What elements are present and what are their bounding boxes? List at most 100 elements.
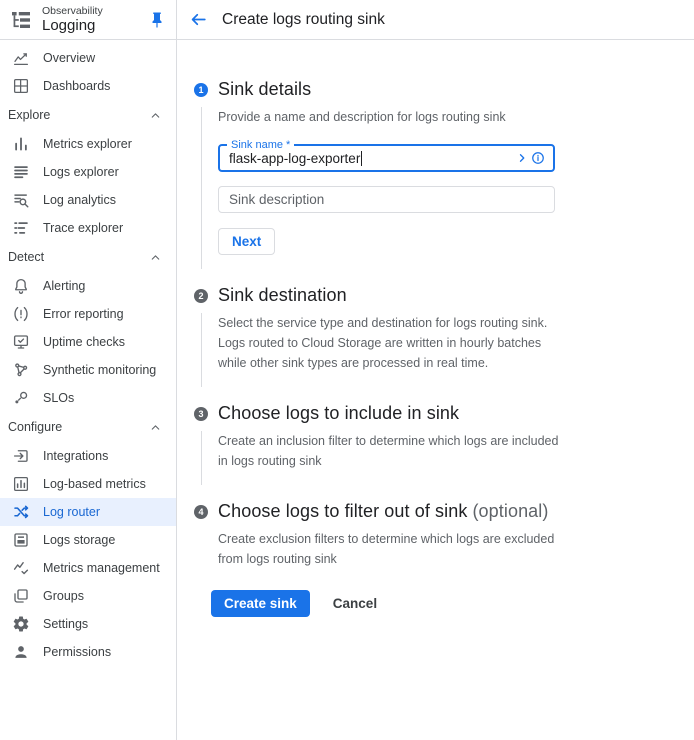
sidebar-item-metrics-explorer[interactable]: Metrics explorer	[0, 130, 176, 158]
sidebar-item-log-based-metrics[interactable]: Log-based metrics	[0, 470, 176, 498]
error-parentheses-icon	[12, 305, 30, 323]
bell-icon	[12, 277, 30, 295]
overview-chart-icon	[12, 49, 30, 67]
dashboards-grid-icon	[12, 77, 30, 95]
step-description: Create an inclusion filter to determine …	[218, 431, 563, 471]
sidebar-item-trace-explorer[interactable]: Trace explorer	[0, 214, 176, 242]
step-header: 4 Choose logs to filter out of sink(opti…	[194, 501, 674, 522]
sidebar-item-dashboards[interactable]: Dashboards	[0, 72, 176, 100]
stepper-content: 1 Sink details Provide a name and descri…	[177, 40, 694, 637]
sidebar-item-log-analytics[interactable]: Log analytics	[0, 186, 176, 214]
sidebar-item-groups[interactable]: Groups	[0, 582, 176, 610]
sidebar-item-label: Integrations	[43, 449, 108, 463]
sink-name-value: flask-app-log-exporter	[229, 151, 360, 166]
step-number-badge: 4	[194, 505, 208, 519]
step-header: 2 Sink destination	[194, 285, 674, 306]
footer-actions: Create sink Cancel	[194, 590, 674, 617]
logging-tree-icon	[9, 8, 33, 32]
sidebar-item-label: Groups	[43, 589, 84, 603]
pin-icon[interactable]	[146, 9, 168, 31]
sidebar-item-uptime-checks[interactable]: Uptime checks	[0, 328, 176, 356]
info-icon[interactable]	[531, 151, 545, 165]
app-section-label: Observability	[42, 5, 103, 17]
uptime-monitor-icon	[12, 333, 30, 351]
sidebar-section-detect[interactable]: Detect	[0, 242, 176, 272]
step-title: Sink details	[218, 79, 311, 100]
app-window: Observability Logging Overview	[0, 0, 694, 740]
back-arrow-icon[interactable]	[185, 7, 211, 33]
step-sink-destination: 2 Sink destination Select the service ty…	[194, 285, 674, 387]
sidebar-item-metrics-management[interactable]: Metrics management	[0, 554, 176, 582]
next-button[interactable]: Next	[218, 228, 275, 255]
sidebar-section-configure[interactable]: Configure	[0, 412, 176, 442]
step-title: Sink destination	[218, 285, 347, 306]
sidebar-nav: Overview Dashboards Explore Metrics exp	[0, 40, 176, 666]
sidebar-item-label: Log router	[43, 505, 100, 519]
sidebar-item-integrations[interactable]: Integrations	[0, 442, 176, 470]
integration-input-icon	[12, 447, 30, 465]
step-number-badge: 2	[194, 289, 208, 303]
sidebar-item-logs-explorer[interactable]: Logs explorer	[0, 158, 176, 186]
sidebar-item-label: Dashboards	[43, 79, 110, 93]
sidebar-item-label: Permissions	[43, 645, 111, 659]
sidebar-item-label: Error reporting	[43, 307, 124, 321]
step-title: Choose logs to include in sink	[218, 403, 459, 424]
step-description: Create exclusion filters to determine wh…	[218, 529, 563, 569]
app-title: Logging	[42, 17, 103, 34]
cancel-button[interactable]: Cancel	[323, 590, 387, 617]
trace-spans-icon	[12, 219, 30, 237]
text-cursor	[361, 151, 362, 166]
metrics-box-icon	[12, 475, 30, 493]
chevron-up-icon	[149, 421, 162, 434]
sidebar-item-synthetic-monitoring[interactable]: Synthetic monitoring	[0, 356, 176, 384]
shuffle-icon	[12, 503, 30, 521]
sidebar-header: Observability Logging	[0, 0, 176, 40]
sink-details-form: Sink name * flask-app-log-exporter	[218, 144, 674, 255]
bar-chart-icon	[12, 135, 30, 153]
layers-icon	[12, 587, 30, 605]
field-trailing-icons	[516, 151, 545, 165]
page-header: Create logs routing sink	[177, 0, 694, 40]
step-include-logs: 3 Choose logs to include in sink Create …	[194, 403, 674, 485]
sidebar-item-label: Settings	[43, 617, 88, 631]
sidebar-item-logs-storage[interactable]: Logs storage	[0, 526, 176, 554]
create-sink-button[interactable]: Create sink	[211, 590, 310, 617]
sidebar-item-label: Alerting	[43, 279, 85, 293]
sidebar-item-log-router[interactable]: Log router	[0, 498, 176, 526]
sidebar-item-label: Log analytics	[43, 193, 116, 207]
sidebar-item-error-reporting[interactable]: Error reporting	[0, 300, 176, 328]
sidebar-item-settings[interactable]: Settings	[0, 610, 176, 638]
sidebar-item-label: Logs storage	[43, 533, 115, 547]
sidebar-item-overview[interactable]: Overview	[0, 44, 176, 72]
sidebar-item-label: Metrics explorer	[43, 137, 132, 151]
page-title: Create logs routing sink	[222, 11, 385, 29]
slo-dots-icon	[12, 389, 30, 407]
app-titles: Observability Logging	[42, 5, 103, 34]
metrics-check-icon	[12, 559, 30, 577]
step-header: 1 Sink details	[194, 79, 674, 100]
sidebar: Observability Logging Overview	[0, 0, 177, 740]
sidebar-item-label: Synthetic monitoring	[43, 363, 156, 377]
step-exclude-logs: 4 Choose logs to filter out of sink(opti…	[194, 501, 674, 583]
person-icon	[12, 643, 30, 661]
sidebar-item-label: Uptime checks	[43, 335, 125, 349]
sidebar-section-explore[interactable]: Explore	[0, 100, 176, 130]
chevron-up-icon	[149, 109, 162, 122]
step-description: Provide a name and description for logs …	[218, 107, 563, 127]
step-header: 3 Choose logs to include in sink	[194, 403, 674, 424]
sidebar-item-permissions[interactable]: Permissions	[0, 638, 176, 666]
chevron-right-icon[interactable]	[516, 152, 528, 164]
step-number-badge: 3	[194, 407, 208, 421]
sidebar-item-slos[interactable]: SLOs	[0, 384, 176, 412]
sidebar-item-label: Log-based metrics	[43, 477, 146, 491]
sink-description-input[interactable]	[218, 186, 555, 213]
storage-icon	[12, 531, 30, 549]
step-description: Select the service type and destination …	[218, 313, 563, 373]
chevron-up-icon	[149, 251, 162, 264]
sidebar-item-label: Trace explorer	[43, 221, 123, 235]
sidebar-item-label: Metrics management	[43, 561, 160, 575]
log-search-icon	[12, 191, 30, 209]
sidebar-item-alerting[interactable]: Alerting	[0, 272, 176, 300]
cluster-nodes-icon	[12, 361, 30, 379]
sink-name-field[interactable]: Sink name * flask-app-log-exporter	[218, 144, 555, 172]
